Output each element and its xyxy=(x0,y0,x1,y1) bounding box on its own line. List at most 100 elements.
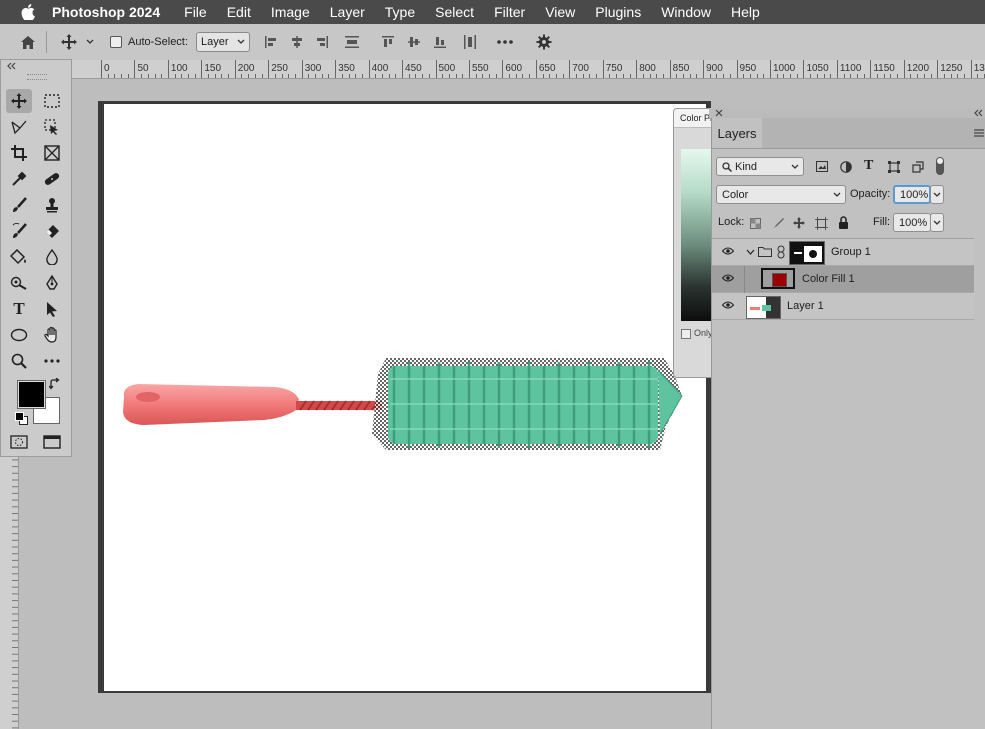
eye-icon[interactable] xyxy=(722,247,734,255)
auto-select-target-dropdown[interactable]: Layer xyxy=(196,32,250,52)
object-selection-tool-icon[interactable] xyxy=(39,115,65,139)
eraser-tool-icon[interactable] xyxy=(39,219,65,243)
fill-input[interactable]: 100% xyxy=(893,213,931,232)
healing-brush-tool-icon[interactable] xyxy=(39,167,65,191)
filter-toggle-switch[interactable] xyxy=(936,157,944,175)
lock-image-pixels-icon[interactable] xyxy=(772,217,784,229)
screen-mode-icon[interactable] xyxy=(39,430,65,454)
only-web-colors-checkbox[interactable] xyxy=(681,329,691,339)
layer-row-color-fill-1[interactable]: Color Fill 1 xyxy=(712,266,974,293)
document-canvas[interactable] xyxy=(104,104,706,691)
menu-app-name[interactable]: Photoshop 2024 xyxy=(52,4,160,20)
align-bottom-icon[interactable] xyxy=(433,32,447,52)
dodge-tool-icon[interactable] xyxy=(6,271,32,295)
color-picker-field[interactable] xyxy=(681,149,711,321)
align-center-h-icon[interactable] xyxy=(290,32,304,52)
ruler-minor-tick xyxy=(475,74,477,78)
lock-artboard-icon[interactable] xyxy=(815,217,828,230)
menu-filter[interactable]: Filter xyxy=(494,4,525,20)
menu-type[interactable]: Type xyxy=(385,4,415,20)
layer-1-thumbnail[interactable] xyxy=(746,296,781,319)
type-tool-icon[interactable]: T xyxy=(6,297,32,321)
tool-preset-chevron-icon[interactable] xyxy=(84,32,96,52)
opacity-dropdown[interactable] xyxy=(930,185,944,204)
layer-row-group-1[interactable]: Group 1 xyxy=(712,239,974,266)
more-tools-icon[interactable] xyxy=(39,349,65,373)
layer-row-layer-1[interactable]: Layer 1 xyxy=(712,293,974,320)
lock-all-icon[interactable] xyxy=(838,216,849,229)
auto-select-checkbox[interactable] xyxy=(110,32,122,52)
menu-help[interactable]: Help xyxy=(731,4,760,20)
crop-tool-icon[interactable] xyxy=(6,141,32,165)
ruler-minor-tick xyxy=(261,74,263,78)
opacity-input[interactable]: 100% xyxy=(893,185,931,204)
filter-pixel-icon[interactable] xyxy=(816,161,828,172)
quick-mask-icon[interactable] xyxy=(6,430,32,454)
pen-tool-icon[interactable] xyxy=(39,271,65,295)
eye-icon[interactable] xyxy=(722,301,734,309)
toolbox-grip[interactable] xyxy=(27,74,47,80)
align-top-icon[interactable] xyxy=(381,32,395,52)
panel-menu-icon[interactable] xyxy=(974,129,984,137)
ruler-label: 250 xyxy=(271,63,288,74)
tab-layers[interactable]: Layers xyxy=(712,118,762,148)
clone-stamp-tool-icon[interactable] xyxy=(39,193,65,217)
lock-transparent-pixels-icon[interactable] xyxy=(750,218,761,229)
blur-tool-icon[interactable] xyxy=(39,245,65,269)
align-center-v-icon[interactable] xyxy=(407,32,421,52)
history-brush-tool-icon[interactable] xyxy=(6,219,32,243)
only-web-colors-label: Only xyxy=(694,328,713,338)
more-options-icon[interactable] xyxy=(496,32,514,52)
filter-smart-object-icon[interactable] xyxy=(912,161,924,173)
swap-colors-icon[interactable] xyxy=(49,378,61,390)
chain-link-icon[interactable] xyxy=(777,245,785,259)
default-colors-icon[interactable] xyxy=(15,412,28,425)
zoom-tool-icon[interactable] xyxy=(6,349,32,373)
menu-view[interactable]: View xyxy=(545,4,575,20)
ruler-major-tick xyxy=(268,60,270,78)
foreground-color-swatch[interactable] xyxy=(17,380,46,409)
marquee-tool-icon[interactable] xyxy=(39,89,65,113)
ruler-horizontal[interactable]: 0 50 100 150 200 250 300 350 400 450 500 550 600 650 7… xyxy=(0,60,985,79)
eyedropper-tool-icon[interactable] xyxy=(6,167,32,191)
brush-tool-icon[interactable] xyxy=(6,193,32,217)
layer-filter-kind-dropdown[interactable]: Kind xyxy=(716,157,804,176)
fill-dropdown[interactable] xyxy=(930,213,944,232)
path-selection-tool-icon[interactable] xyxy=(39,297,65,321)
lasso-tool-icon[interactable] xyxy=(6,115,32,139)
collapse-panel-icon[interactable] xyxy=(973,109,983,117)
blend-mode-dropdown[interactable]: Color xyxy=(716,185,846,204)
lock-position-icon[interactable] xyxy=(793,217,805,229)
apple-logo-icon[interactable] xyxy=(18,2,38,22)
distribute-v-icon[interactable] xyxy=(463,32,477,52)
group-expanded-chevron-icon[interactable] xyxy=(746,249,755,255)
menu-plugins[interactable]: Plugins xyxy=(595,4,641,20)
move-tool-icon[interactable] xyxy=(59,32,79,52)
color-picker-dialog[interactable]: Color Pic Only xyxy=(673,108,715,378)
distribute-icon[interactable] xyxy=(345,32,359,52)
close-panel-icon[interactable] xyxy=(715,109,723,117)
menu-window[interactable]: Window xyxy=(661,4,711,20)
ellipse-tool-icon[interactable] xyxy=(6,323,32,347)
eye-icon[interactable] xyxy=(722,274,734,282)
ruler-minor-tick xyxy=(596,74,598,78)
menu-file[interactable]: File xyxy=(184,4,207,20)
menu-layer[interactable]: Layer xyxy=(330,4,365,20)
group-mask-thumbnail[interactable] xyxy=(789,241,825,265)
home-icon[interactable] xyxy=(18,32,38,52)
hand-tool-icon[interactable] xyxy=(39,323,65,347)
frame-tool-icon[interactable] xyxy=(39,141,65,165)
gear-icon[interactable] xyxy=(535,32,553,52)
menu-select[interactable]: Select xyxy=(435,4,474,20)
menu-image[interactable]: Image xyxy=(271,4,310,20)
menu-edit[interactable]: Edit xyxy=(227,4,251,20)
align-right-icon[interactable] xyxy=(315,32,329,52)
filter-adjustment-icon[interactable] xyxy=(840,161,852,173)
align-left-icon[interactable] xyxy=(264,32,278,52)
filter-shape-icon[interactable] xyxy=(888,161,900,173)
collapse-toolbox-icon[interactable] xyxy=(6,62,16,70)
color-fill-thumbnail[interactable] xyxy=(761,268,795,289)
move-tool-icon[interactable] xyxy=(6,89,32,113)
paint-bucket-tool-icon[interactable] xyxy=(6,245,32,269)
filter-type-icon[interactable]: T xyxy=(864,158,873,174)
